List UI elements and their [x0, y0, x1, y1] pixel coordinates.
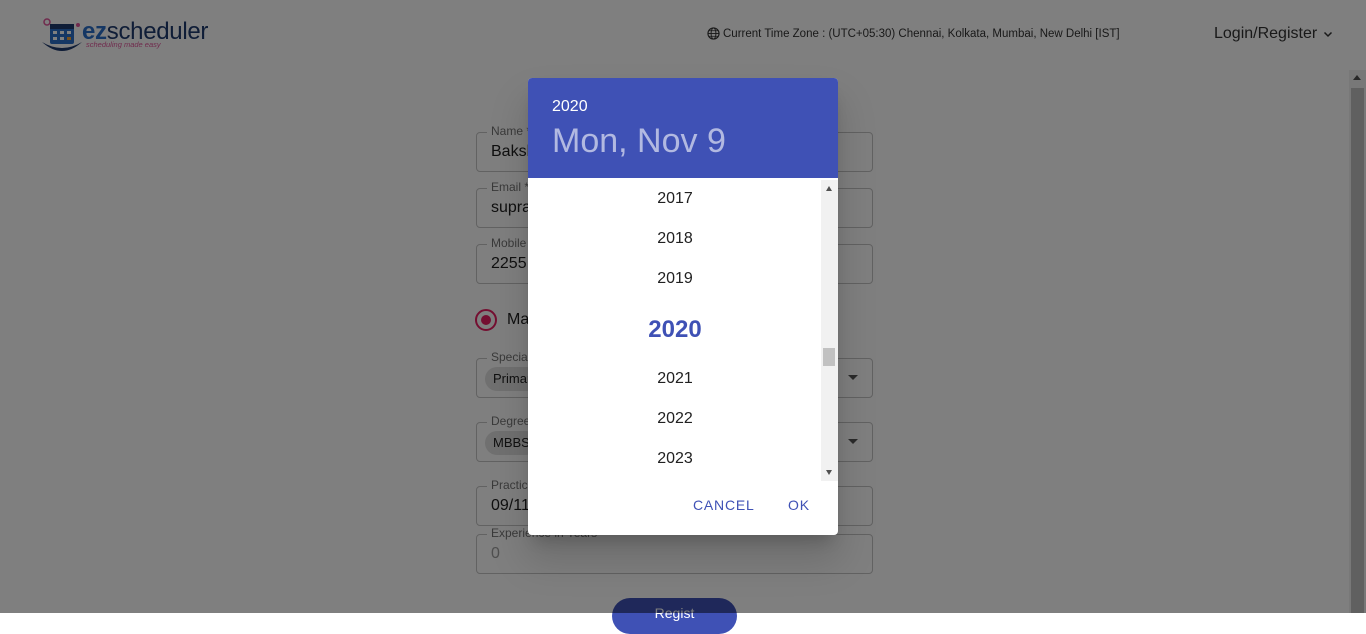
dialog-actions: CANCEL OK — [528, 481, 838, 535]
year-option[interactable]: 2017 — [528, 190, 822, 208]
year-option[interactable]: 2023 — [528, 450, 822, 468]
year-option[interactable]: 2018 — [528, 230, 822, 248]
year-option[interactable]: 2021 — [528, 370, 822, 388]
header-year[interactable]: 2020 — [552, 98, 588, 116]
cancel-button[interactable]: CANCEL — [693, 497, 755, 513]
date-picker-header: 2020 Mon, Nov 9 — [528, 78, 838, 178]
ok-button[interactable]: OK — [788, 497, 810, 513]
year-list: 2017 2018 2019 2020 2021 2022 2023 — [528, 178, 822, 481]
year-option[interactable]: 2019 — [528, 270, 822, 288]
scroll-up-arrow-icon[interactable] — [826, 186, 832, 191]
date-picker-dialog: 2020 Mon, Nov 9 2017 2018 2019 2020 2021… — [528, 78, 838, 535]
scroll-down-arrow-icon[interactable] — [826, 470, 832, 475]
header-date[interactable]: Mon, Nov 9 — [552, 122, 726, 161]
year-option[interactable]: 2022 — [528, 410, 822, 428]
year-option-selected[interactable]: 2020 — [528, 316, 822, 344]
scrollbar-thumb[interactable] — [823, 348, 835, 366]
year-list-scrollbar[interactable] — [821, 180, 838, 481]
